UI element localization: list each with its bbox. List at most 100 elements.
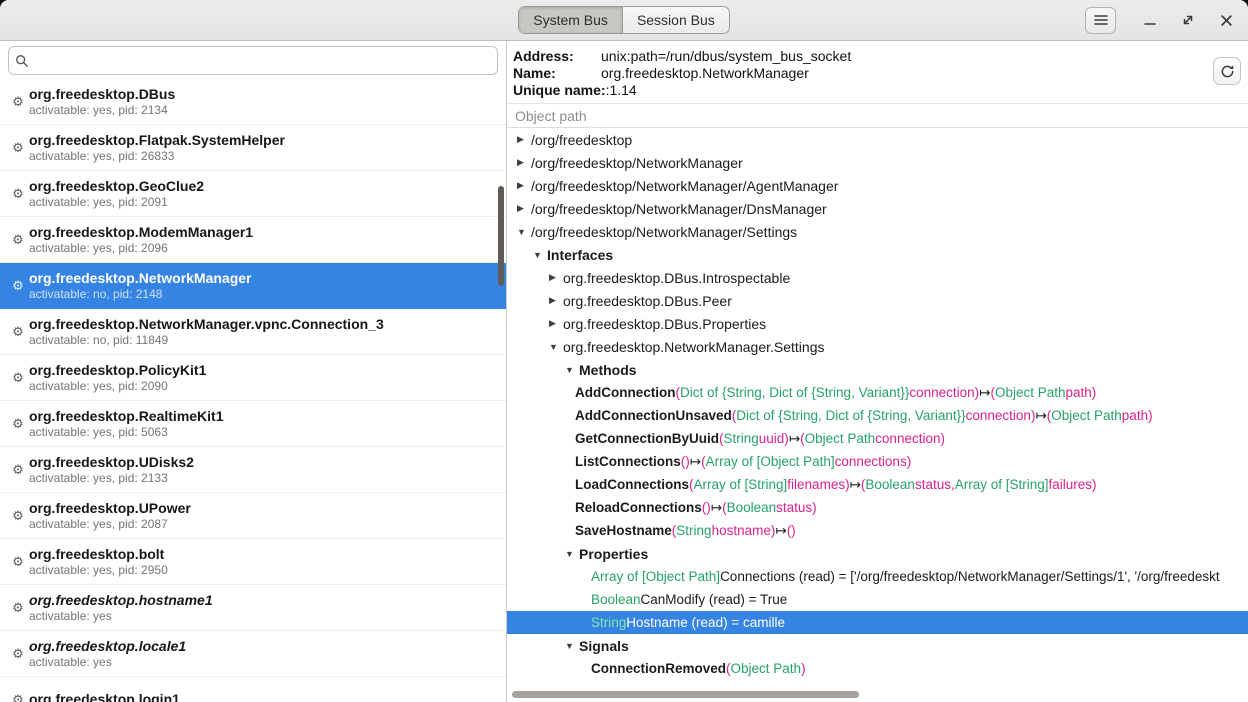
tree-row[interactable]: ▶org.freedesktop.DBus.Introspectable (507, 266, 1248, 289)
text-segment: AddConnection (575, 385, 676, 400)
service-detail: activatable: yes, pid: 2090 (29, 379, 206, 393)
service-detail: activatable: yes, pid: 2133 (29, 471, 194, 485)
service-icon: ⚙ (10, 646, 26, 662)
tree-row[interactable]: ▼/org/freedesktop/NetworkManager/Setting… (507, 220, 1248, 243)
service-list-item[interactable]: ⚙org.freedesktop.boltactivatable: yes, p… (0, 539, 506, 585)
service-detail: activatable: yes, pid: 26833 (29, 149, 285, 163)
tree-row[interactable]: GetConnectionByUuid (String uuid) ↦ (Obj… (507, 427, 1248, 450)
service-list-item[interactable]: ⚙org.freedesktop.NetworkManageractivatab… (0, 263, 506, 309)
tree-row[interactable]: Array of [Object Path] Connections (read… (507, 565, 1248, 588)
text-segment: /org/freedesktop/NetworkManager/DnsManag… (531, 201, 827, 217)
text-segment: String (676, 523, 711, 538)
tree-row[interactable]: AddConnectionUnsaved (Dict of {String, D… (507, 404, 1248, 427)
close-icon (1220, 14, 1233, 27)
minimize-button[interactable] (1134, 5, 1166, 35)
expander-right-icon[interactable]: ▶ (515, 157, 531, 168)
expander-down-icon[interactable]: ▼ (563, 365, 579, 375)
address-row: Address: unix:path=/run/dbus/system_bus_… (513, 48, 1208, 65)
expander-right-icon[interactable]: ▶ (547, 295, 563, 306)
expander-down-icon[interactable]: ▼ (547, 342, 563, 352)
tree-row[interactable]: ▶org.freedesktop.DBus.Properties (507, 312, 1248, 335)
service-list-item[interactable]: ⚙org.freedesktop.RealtimeKit1activatable… (0, 401, 506, 447)
text-segment: ↦ (789, 431, 800, 447)
tab-session-bus[interactable]: Session Bus (622, 7, 729, 33)
text-segment: Array of [String] (955, 477, 1049, 492)
expander-down-icon[interactable]: ▼ (515, 227, 531, 237)
service-icon: ⚙ (10, 140, 26, 156)
service-icon: ⚙ (10, 416, 26, 432)
tree-row[interactable]: ▼Signals (507, 634, 1248, 657)
expander-down-icon[interactable]: ▼ (563, 549, 579, 559)
service-name: org.freedesktop.PolicyKit1 (29, 362, 206, 378)
unique-name-label: Unique name: (513, 82, 606, 99)
tree-row[interactable]: ConnectionRemoved (Object Path) (507, 657, 1248, 680)
text-segment: CanModify (read) = True (641, 592, 788, 607)
name-label: Name: (513, 65, 601, 82)
text-segment: Properties (579, 546, 648, 562)
menu-button[interactable] (1085, 7, 1116, 34)
expander-down-icon[interactable]: ▼ (531, 250, 547, 260)
service-list-item[interactable]: ⚙org.freedesktop.ModemManager1activatabl… (0, 217, 506, 263)
expander-down-icon[interactable]: ▼ (563, 641, 579, 651)
text-segment: AddConnectionUnsaved (575, 408, 732, 423)
object-path-column-header[interactable]: Object path (507, 103, 1248, 128)
service-list-item[interactable]: ⚙org.freedesktop.UDisks2activatable: yes… (0, 447, 506, 493)
text-segment: Object Path (805, 431, 876, 446)
tree-row[interactable]: ▼org.freedesktop.NetworkManager.Settings (507, 335, 1248, 358)
close-button[interactable] (1210, 5, 1242, 35)
expander-right-icon[interactable]: ▶ (515, 180, 531, 191)
tree-row[interactable]: ▶/org/freedesktop/NetworkManager/DnsMana… (507, 197, 1248, 220)
text-segment: ↦ (979, 385, 990, 401)
tree-row[interactable]: ▼Properties (507, 542, 1248, 565)
tree-row[interactable]: ▶/org/freedesktop (507, 128, 1248, 151)
sidebar-scrollbar-thumb[interactable] (498, 186, 504, 286)
horizontal-scrollbar-thumb[interactable] (512, 691, 859, 698)
service-list-item[interactable]: ⚙org.freedesktop.PolicyKit1activatable: … (0, 355, 506, 401)
tree-row[interactable]: ▶org.freedesktop.DBus.Peer (507, 289, 1248, 312)
tree-row[interactable]: ▶/org/freedesktop/NetworkManager (507, 151, 1248, 174)
tab-system-bus[interactable]: System Bus (519, 7, 622, 33)
service-list-item[interactable]: ⚙org.freedesktop.GeoClue2activatable: ye… (0, 171, 506, 217)
service-name: org.freedesktop.ModemManager1 (29, 224, 253, 240)
tree-row[interactable]: ReloadConnections () ↦ (Boolean status) (507, 496, 1248, 519)
text-segment: org.freedesktop.DBus.Peer (563, 293, 732, 309)
text-segment: Array of [Object Path] (706, 454, 835, 469)
service-list-item[interactable]: ⚙org.freedesktop.UPoweractivatable: yes,… (0, 493, 506, 539)
tree-row[interactable]: LoadConnections (Array of [String] filen… (507, 473, 1248, 496)
text-segment: Array of [Object Path] (591, 569, 720, 584)
service-name: org.freedesktop.UDisks2 (29, 454, 194, 470)
tree-row[interactable]: AddConnection (Dict of {String, Dict of … (507, 381, 1248, 404)
service-list-item[interactable]: ⚙org.freedesktop.hostname1activatable: y… (0, 585, 506, 631)
tree-row[interactable]: ▼Interfaces (507, 243, 1248, 266)
tree-row[interactable]: ▶/org/freedesktop/NetworkManager/AgentMa… (507, 174, 1248, 197)
text-segment: org.freedesktop.DBus.Properties (563, 316, 766, 332)
service-list-item[interactable]: ⚙org.freedesktop.login1 (0, 677, 506, 702)
text-segment: Boolean (727, 500, 777, 515)
tree-row[interactable]: ▼Methods (507, 358, 1248, 381)
service-icon: ⚙ (10, 600, 26, 616)
service-name: org.freedesktop.UPower (29, 500, 191, 516)
tree-row[interactable]: ListConnections () ↦ (Array of [Object P… (507, 450, 1248, 473)
text-segment: Dict of {String, Dict of {String, Varian… (736, 408, 965, 423)
unique-name-value: :1.14 (606, 82, 637, 99)
expander-right-icon[interactable]: ▶ (515, 203, 531, 214)
expander-right-icon[interactable]: ▶ (515, 134, 531, 145)
service-icon: ⚙ (10, 94, 26, 110)
service-list-item[interactable]: ⚙org.freedesktop.locale1activatable: yes (0, 631, 506, 677)
tree-row[interactable]: SaveHostname (String hostname) ↦ () (507, 519, 1248, 542)
text-segment: status, (915, 477, 955, 492)
text-segment: Signals (579, 638, 629, 654)
maximize-button[interactable] (1172, 5, 1204, 35)
refresh-button[interactable] (1213, 57, 1241, 85)
tree-row[interactable]: String Hostname (read) = camille (507, 611, 1248, 634)
expander-right-icon[interactable]: ▶ (547, 272, 563, 283)
service-detail: activatable: yes, pid: 5063 (29, 425, 224, 439)
service-list-item[interactable]: ⚙org.freedesktop.Flatpak.SystemHelperact… (0, 125, 506, 171)
service-list-item[interactable]: ⚙org.freedesktop.NetworkManager.vpnc.Con… (0, 309, 506, 355)
text-segment: ↦ (690, 454, 701, 470)
service-list-item[interactable]: ⚙org.freedesktop.DBusactivatable: yes, p… (0, 79, 506, 125)
tree-row[interactable]: Boolean CanModify (read) = True (507, 588, 1248, 611)
search-input[interactable] (33, 47, 491, 74)
refresh-icon (1220, 64, 1235, 79)
expander-right-icon[interactable]: ▶ (547, 318, 563, 329)
